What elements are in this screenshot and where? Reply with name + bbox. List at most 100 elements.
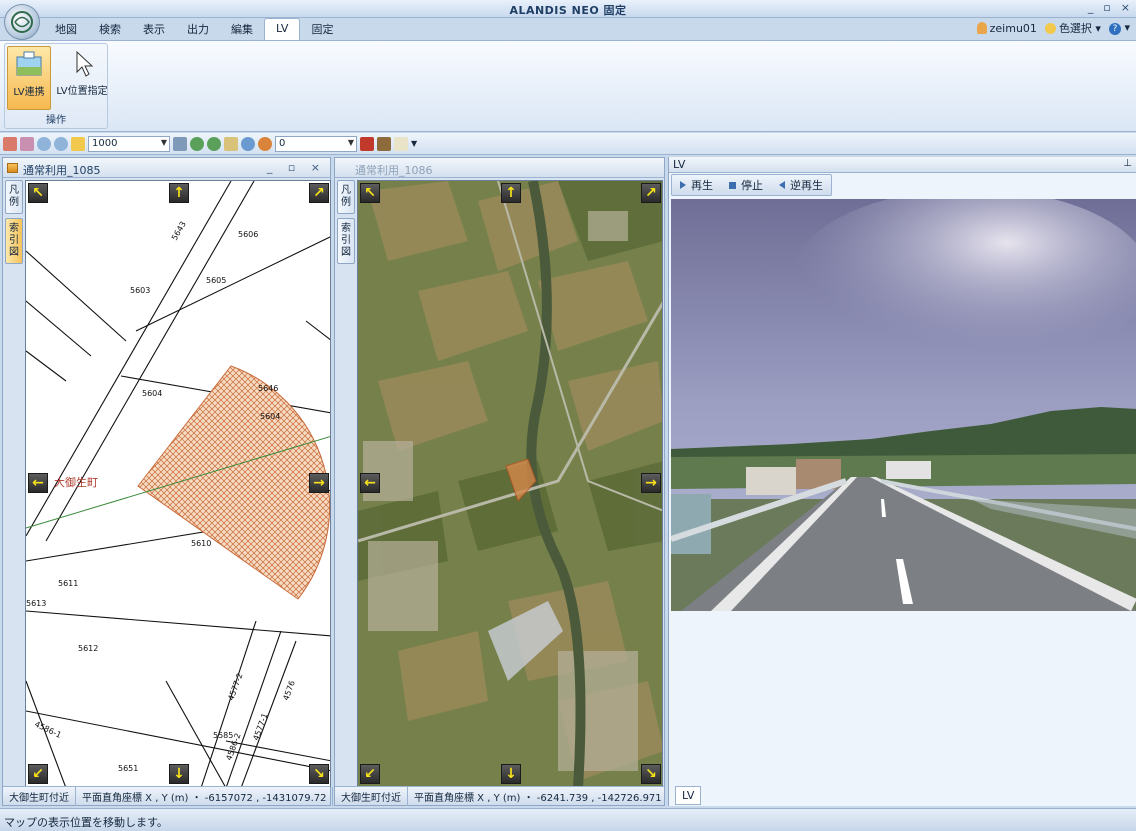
rotate-icon[interactable] xyxy=(241,136,255,151)
pointer-icon xyxy=(76,50,94,77)
close-button[interactable]: × xyxy=(1121,1,1130,14)
tab-search[interactable]: 検索 xyxy=(88,18,132,40)
map-pane-2: 通常利用_1086 凡例 索引図 ↖ ↑ ↗ ← → ↙ ↓ ↘ 大御生町付近 … xyxy=(334,157,669,806)
minimize-button[interactable]: _ xyxy=(1088,1,1094,14)
pan-hand-icon[interactable] xyxy=(71,136,85,151)
rotation-combo[interactable]: 0 ▼ xyxy=(275,135,357,152)
parcel-4577-1: 4577-1 xyxy=(251,712,269,742)
parcel-5604b: 5604 xyxy=(260,412,280,421)
pane-1-coords: 平面直角座標 X , Y (m) ・ -6157072 , -1431079.7… xyxy=(76,786,334,806)
parcel-5606: 5606 xyxy=(238,230,258,239)
pan-northeast-button[interactable]: ↗ xyxy=(309,183,329,203)
lv-position-label: LV位置指定 xyxy=(56,86,108,97)
ribbon-tabs: 地図 検索 表示 出力 編集 LV 固定 xyxy=(44,18,344,40)
zoom-out-icon[interactable] xyxy=(54,136,68,151)
pane-1-status: 大御生町付近 平面直角座標 X , Y (m) ・ -6157072 , -14… xyxy=(3,786,334,806)
refresh-icon[interactable] xyxy=(224,136,238,151)
help-menu[interactable]: ? ▾ xyxy=(1108,21,1130,35)
parcel-5585: 5585 xyxy=(213,731,233,740)
maximize-button[interactable]: ▫ xyxy=(1103,1,1110,14)
reverse-button[interactable]: 逆再生 xyxy=(771,175,831,195)
play-icon xyxy=(680,181,686,189)
parcel-4577-2: 4577-2 xyxy=(226,672,244,702)
color-select-menu[interactable]: 色選択 ▾ xyxy=(1044,20,1101,36)
reverse-icon xyxy=(779,181,785,189)
pan-east-button[interactable]: → xyxy=(309,473,329,493)
map-print-icon[interactable] xyxy=(360,136,374,151)
pan-southeast-button[interactable]: ↘ xyxy=(309,764,329,784)
lv-position-button[interactable]: LV位置指定 xyxy=(55,46,109,110)
ribbon-group-operation: LV連携 LV位置指定 操作 xyxy=(4,43,108,129)
pan-northwest-button[interactable]: ↖ xyxy=(28,183,48,203)
measure-icon[interactable] xyxy=(377,136,391,151)
help-icon: ? xyxy=(1108,23,1121,35)
pan-north-button[interactable]: ↑ xyxy=(169,183,189,203)
pan-south-button[interactable]: ↓ xyxy=(169,764,189,784)
pan-south-button-2[interactable]: ↓ xyxy=(501,764,521,784)
note-edit-icon[interactable] xyxy=(394,136,408,151)
tab-view[interactable]: 表示 xyxy=(132,18,176,40)
reverse-label: 逆再生 xyxy=(790,179,823,192)
pan-west-button[interactable]: ← xyxy=(28,473,48,493)
app-logo-icon[interactable] xyxy=(4,4,40,40)
pan-southwest-button-2[interactable]: ↙ xyxy=(360,764,380,784)
tab-lv[interactable]: LV xyxy=(264,18,301,40)
road-scene xyxy=(671,199,1136,611)
lv-title-bar: LV ⊥ xyxy=(669,157,1136,173)
lv-bottom-tab[interactable]: LV xyxy=(675,786,702,805)
lv-controls: 再生 停止 逆再生 xyxy=(671,174,832,196)
tab-edit[interactable]: 編集 xyxy=(220,18,264,40)
zoom-rect-out-icon[interactable] xyxy=(20,136,34,151)
aerial-photo xyxy=(358,181,662,786)
zoom-in-icon[interactable] xyxy=(37,136,51,151)
legend-tab[interactable]: 凡例 xyxy=(5,180,23,214)
aerial-map-canvas[interactable]: ↖ ↑ ↗ ← → ↙ ↓ ↘ xyxy=(357,180,663,787)
compass-icon[interactable] xyxy=(258,136,272,151)
scale-combo[interactable]: 1000 ▼ xyxy=(88,135,170,152)
index-map-tab[interactable]: 索引図 xyxy=(5,218,23,264)
map-toolbar: 1000 ▼ 0 ▼ ▼ xyxy=(0,133,1136,155)
color-icon xyxy=(1044,23,1056,34)
next-view-icon[interactable] xyxy=(207,136,221,151)
play-button[interactable]: 再生 xyxy=(672,175,721,195)
lv-link-icon xyxy=(16,51,42,76)
lv-link-button[interactable]: LV連携 xyxy=(7,46,51,110)
pan-southeast-button-2[interactable]: ↘ xyxy=(641,764,661,784)
line-map-canvas[interactable]: 5606 5605 5604 5603 5604 5646 5610 5611 … xyxy=(25,180,331,787)
pan-east-button-2[interactable]: → xyxy=(641,473,661,493)
user-icon xyxy=(976,21,987,34)
fit-extent-icon[interactable] xyxy=(173,136,187,151)
zoom-rect-icon[interactable] xyxy=(3,136,17,151)
pan-northwest-button-2[interactable]: ↖ xyxy=(360,183,380,203)
tab-output[interactable]: 出力 xyxy=(176,18,220,40)
pan-north-button-2[interactable]: ↑ xyxy=(501,183,521,203)
toolbar-overflow-icon[interactable]: ▼ xyxy=(411,139,417,148)
stop-button[interactable]: 停止 xyxy=(721,175,771,195)
window-icon xyxy=(7,163,18,173)
pan-northeast-button-2[interactable]: ↗ xyxy=(641,183,661,203)
pin-icon[interactable]: ⊥ xyxy=(1123,158,1132,169)
group-label: 操作 xyxy=(46,115,66,126)
pan-west-button-2[interactable]: ← xyxy=(360,473,380,493)
index-map-tab-2[interactable]: 索引図 xyxy=(337,218,355,264)
tab-map[interactable]: 地図 xyxy=(44,18,88,40)
tab-fixed[interactable]: 固定 xyxy=(300,18,344,40)
parcel-5646: 5646 xyxy=(258,384,278,393)
status-message: マップの表示位置を移動します。 xyxy=(4,816,168,829)
user-menu[interactable]: zeimu01 xyxy=(976,21,1037,35)
parcel-5610: 5610 xyxy=(191,539,211,548)
parcel-4586-1: 4586-1 xyxy=(33,720,62,740)
pan-southwest-button[interactable]: ↙ xyxy=(28,764,48,784)
previous-view-icon[interactable] xyxy=(190,136,204,151)
legend-tab-2[interactable]: 凡例 xyxy=(337,180,355,214)
scale-value: 1000 xyxy=(92,137,118,149)
street-view-image[interactable] xyxy=(671,199,1136,611)
pane-2-title: 通常利用_1086 xyxy=(355,164,433,177)
color-select-label: 色選択 xyxy=(1058,22,1092,35)
pane-1-side-tabs: 凡例 索引図 xyxy=(5,180,25,268)
town-label: 大御生町 xyxy=(54,475,98,489)
rotation-value: 0 xyxy=(279,137,286,149)
user-name: zeimu01 xyxy=(989,21,1037,35)
window-title: ALANDIS NEO 固定 xyxy=(509,4,627,17)
pane-1-controls[interactable]: _ ▫ × xyxy=(267,161,326,174)
